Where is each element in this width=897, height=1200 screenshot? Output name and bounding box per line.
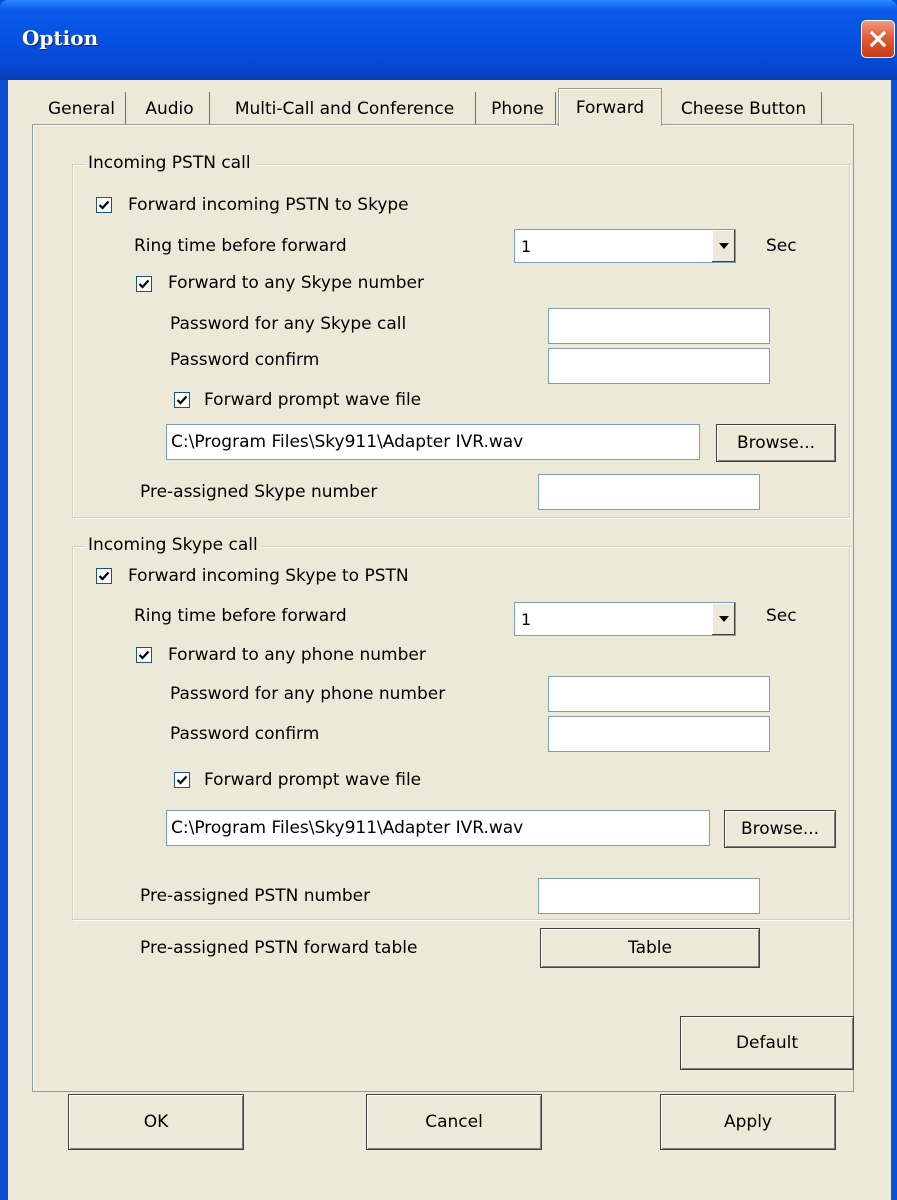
dropdown-button[interactable] (711, 230, 735, 262)
tab-cheese-button[interactable]: Cheese Button (666, 92, 822, 126)
skype-browse-button[interactable]: Browse... (724, 810, 836, 848)
forward-pstn-label[interactable]: Forward incoming PSTN to Skype (128, 195, 409, 215)
pstn-preassigned-input[interactable] (538, 474, 760, 510)
pstn-confirm-input[interactable] (548, 348, 770, 384)
table-button[interactable]: Table (540, 928, 760, 968)
close-button[interactable] (861, 20, 895, 58)
skype-ring-select[interactable]: 1 (514, 602, 736, 636)
pstn-prompt-label[interactable]: Forward prompt wave file (204, 390, 421, 410)
skype-any-label[interactable]: Forward to any phone number (168, 645, 426, 665)
checkmark-icon (138, 279, 150, 289)
skype-confirm-label: Password confirm (170, 724, 320, 744)
skype-wave-file-input[interactable] (166, 810, 710, 846)
pstn-prompt-checkbox[interactable] (174, 392, 190, 408)
pstn-preassigned-label: Pre-assigned Skype number (140, 482, 378, 502)
tab-phone[interactable]: Phone (480, 92, 556, 126)
skype-ring-unit: Sec (766, 606, 797, 626)
cancel-button[interactable]: Cancel (366, 1094, 542, 1150)
ok-button[interactable]: OK (68, 1094, 244, 1150)
pstn-browse-button[interactable]: Browse... (716, 424, 836, 462)
window-frame-right (891, 0, 897, 1200)
skype-ring-label: Ring time before forward (134, 606, 347, 626)
checkmark-icon (98, 571, 110, 581)
checkmark-icon (138, 650, 150, 660)
pstn-ring-label: Ring time before forward (134, 236, 347, 256)
close-icon (869, 30, 887, 48)
skype-confirm-input[interactable] (548, 716, 770, 752)
skype-prompt-checkbox[interactable] (174, 772, 190, 788)
title-bar[interactable] (0, 0, 897, 80)
pstn-wave-file-input[interactable] (166, 424, 700, 460)
pstn-ring-value: 1 (521, 236, 532, 256)
window-frame-left (0, 0, 8, 1200)
skype-preassigned-input[interactable] (538, 878, 760, 914)
apply-button[interactable]: Apply (660, 1094, 836, 1150)
chevron-down-icon (718, 243, 729, 249)
checkmark-icon (98, 200, 110, 210)
pstn-password-label: Password for any Skype call (170, 314, 407, 334)
pstn-any-checkbox[interactable] (136, 276, 152, 292)
pstn-any-label[interactable]: Forward to any Skype number (168, 273, 424, 293)
pstn-confirm-label: Password confirm (170, 350, 320, 370)
dropdown-button[interactable] (711, 603, 735, 635)
forward-pstn-checkbox[interactable] (96, 197, 112, 213)
tab-general[interactable]: General (38, 92, 126, 126)
pstn-ring-unit: Sec (766, 236, 797, 256)
pstn-password-input[interactable] (548, 308, 770, 344)
skype-ring-value: 1 (521, 609, 532, 629)
forward-skype-checkbox[interactable] (96, 568, 112, 584)
checkmark-icon (176, 395, 188, 405)
window-title: Option (22, 26, 99, 50)
tab-forward[interactable]: Forward (558, 88, 662, 126)
skype-preassigned-label: Pre-assigned PSTN number (140, 886, 371, 906)
pstn-ring-select[interactable]: 1 (514, 229, 736, 263)
forward-skype-label[interactable]: Forward incoming Skype to PSTN (128, 566, 409, 586)
skype-table-label: Pre-assigned PSTN forward table (140, 938, 418, 958)
skype-password-input[interactable] (548, 676, 770, 712)
tab-audio[interactable]: Audio (130, 92, 210, 126)
skype-prompt-label[interactable]: Forward prompt wave file (204, 770, 421, 790)
chevron-down-icon (718, 616, 729, 622)
tab-multi-call[interactable]: Multi-Call and Conference (214, 92, 476, 126)
skype-any-checkbox[interactable] (136, 647, 152, 663)
default-button[interactable]: Default (680, 1016, 854, 1070)
checkmark-icon (176, 775, 188, 785)
group-title-pstn: Incoming PSTN call (84, 153, 255, 173)
skype-password-label: Password for any phone number (170, 684, 446, 704)
group-title-skype: Incoming Skype call (84, 535, 262, 555)
